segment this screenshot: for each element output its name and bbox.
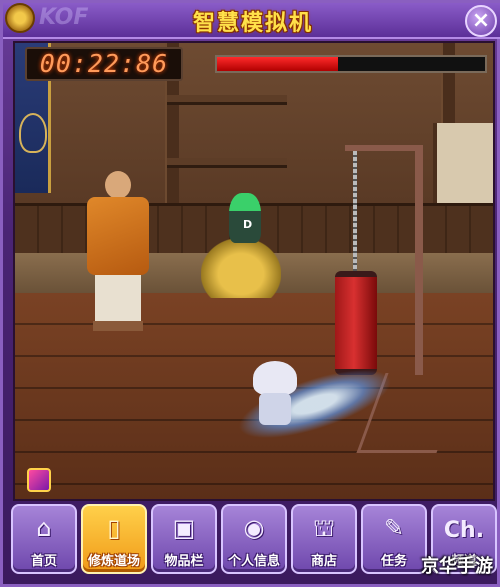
bag-icon: ▣ — [172, 514, 196, 542]
bag-stand-post — [415, 145, 423, 375]
menu-button-home[interactable]: ⌂ 首页 — [11, 504, 77, 574]
menu-label: 物品栏 — [164, 554, 204, 569]
profile-icon: ◉ — [243, 514, 265, 542]
monk-robe — [87, 197, 149, 275]
channel-icon: Ch. — [443, 518, 485, 543]
site-watermark: 京华手游 — [421, 556, 493, 577]
training-dojo-scene[interactable]: D — [13, 41, 495, 501]
monk-pants — [95, 275, 141, 323]
menu-label: 商店 — [310, 554, 337, 569]
home-icon: ⌂ — [36, 514, 52, 542]
shop-icon: ⛫ — [312, 514, 336, 542]
simulator-window: KOF 智慧模拟机 × D 00:22:86 ⌂ 首页 ▯ 修炼道场 ▣ 物品栏… — [0, 0, 500, 587]
weapon-shelf — [167, 95, 287, 105]
elapsed-timer: 00:22:86 — [25, 47, 183, 81]
boss-hp-fill — [217, 57, 338, 71]
menu-button-shop[interactable]: ⛫ 商店 — [291, 504, 357, 574]
scroll-icon: ▯ — [107, 514, 121, 542]
monk-master-npc[interactable] — [83, 171, 153, 333]
pottery-shelf — [167, 158, 287, 168]
banner-emblem-icon — [19, 113, 47, 153]
skill-buff-icon[interactable] — [27, 468, 51, 492]
menu-label: 任务 — [380, 554, 407, 569]
monk-head — [105, 171, 131, 199]
punching-bag[interactable] — [335, 271, 377, 375]
menu-label: 修炼道场 — [87, 554, 140, 569]
menu-button-training-dojo[interactable]: ▯ 修炼道场 — [81, 504, 147, 574]
player-hair — [253, 361, 297, 395]
quest-scroll-icon: ✎ — [383, 514, 405, 542]
gold-pile — [201, 238, 281, 298]
menu-button-profile[interactable]: ◉ 个人信息 — [221, 504, 287, 574]
boss-hp-bar — [215, 55, 487, 73]
player-character[interactable] — [247, 361, 303, 427]
menu-button-inventory[interactable]: ▣ 物品栏 — [151, 504, 217, 574]
menu-label: 个人信息 — [227, 554, 280, 569]
menu-label: 首页 — [30, 554, 57, 569]
menu-button-quests[interactable]: ✎ 任务 — [361, 504, 427, 574]
player-body — [259, 393, 291, 425]
bag-chain — [353, 151, 357, 271]
title-bar: KOF 智慧模拟机 × — [3, 3, 500, 39]
window-title: 智慧模拟机 — [192, 11, 313, 36]
imp-label: D — [243, 218, 253, 231]
close-button[interactable]: × — [465, 5, 497, 37]
monk-feet — [93, 321, 143, 331]
